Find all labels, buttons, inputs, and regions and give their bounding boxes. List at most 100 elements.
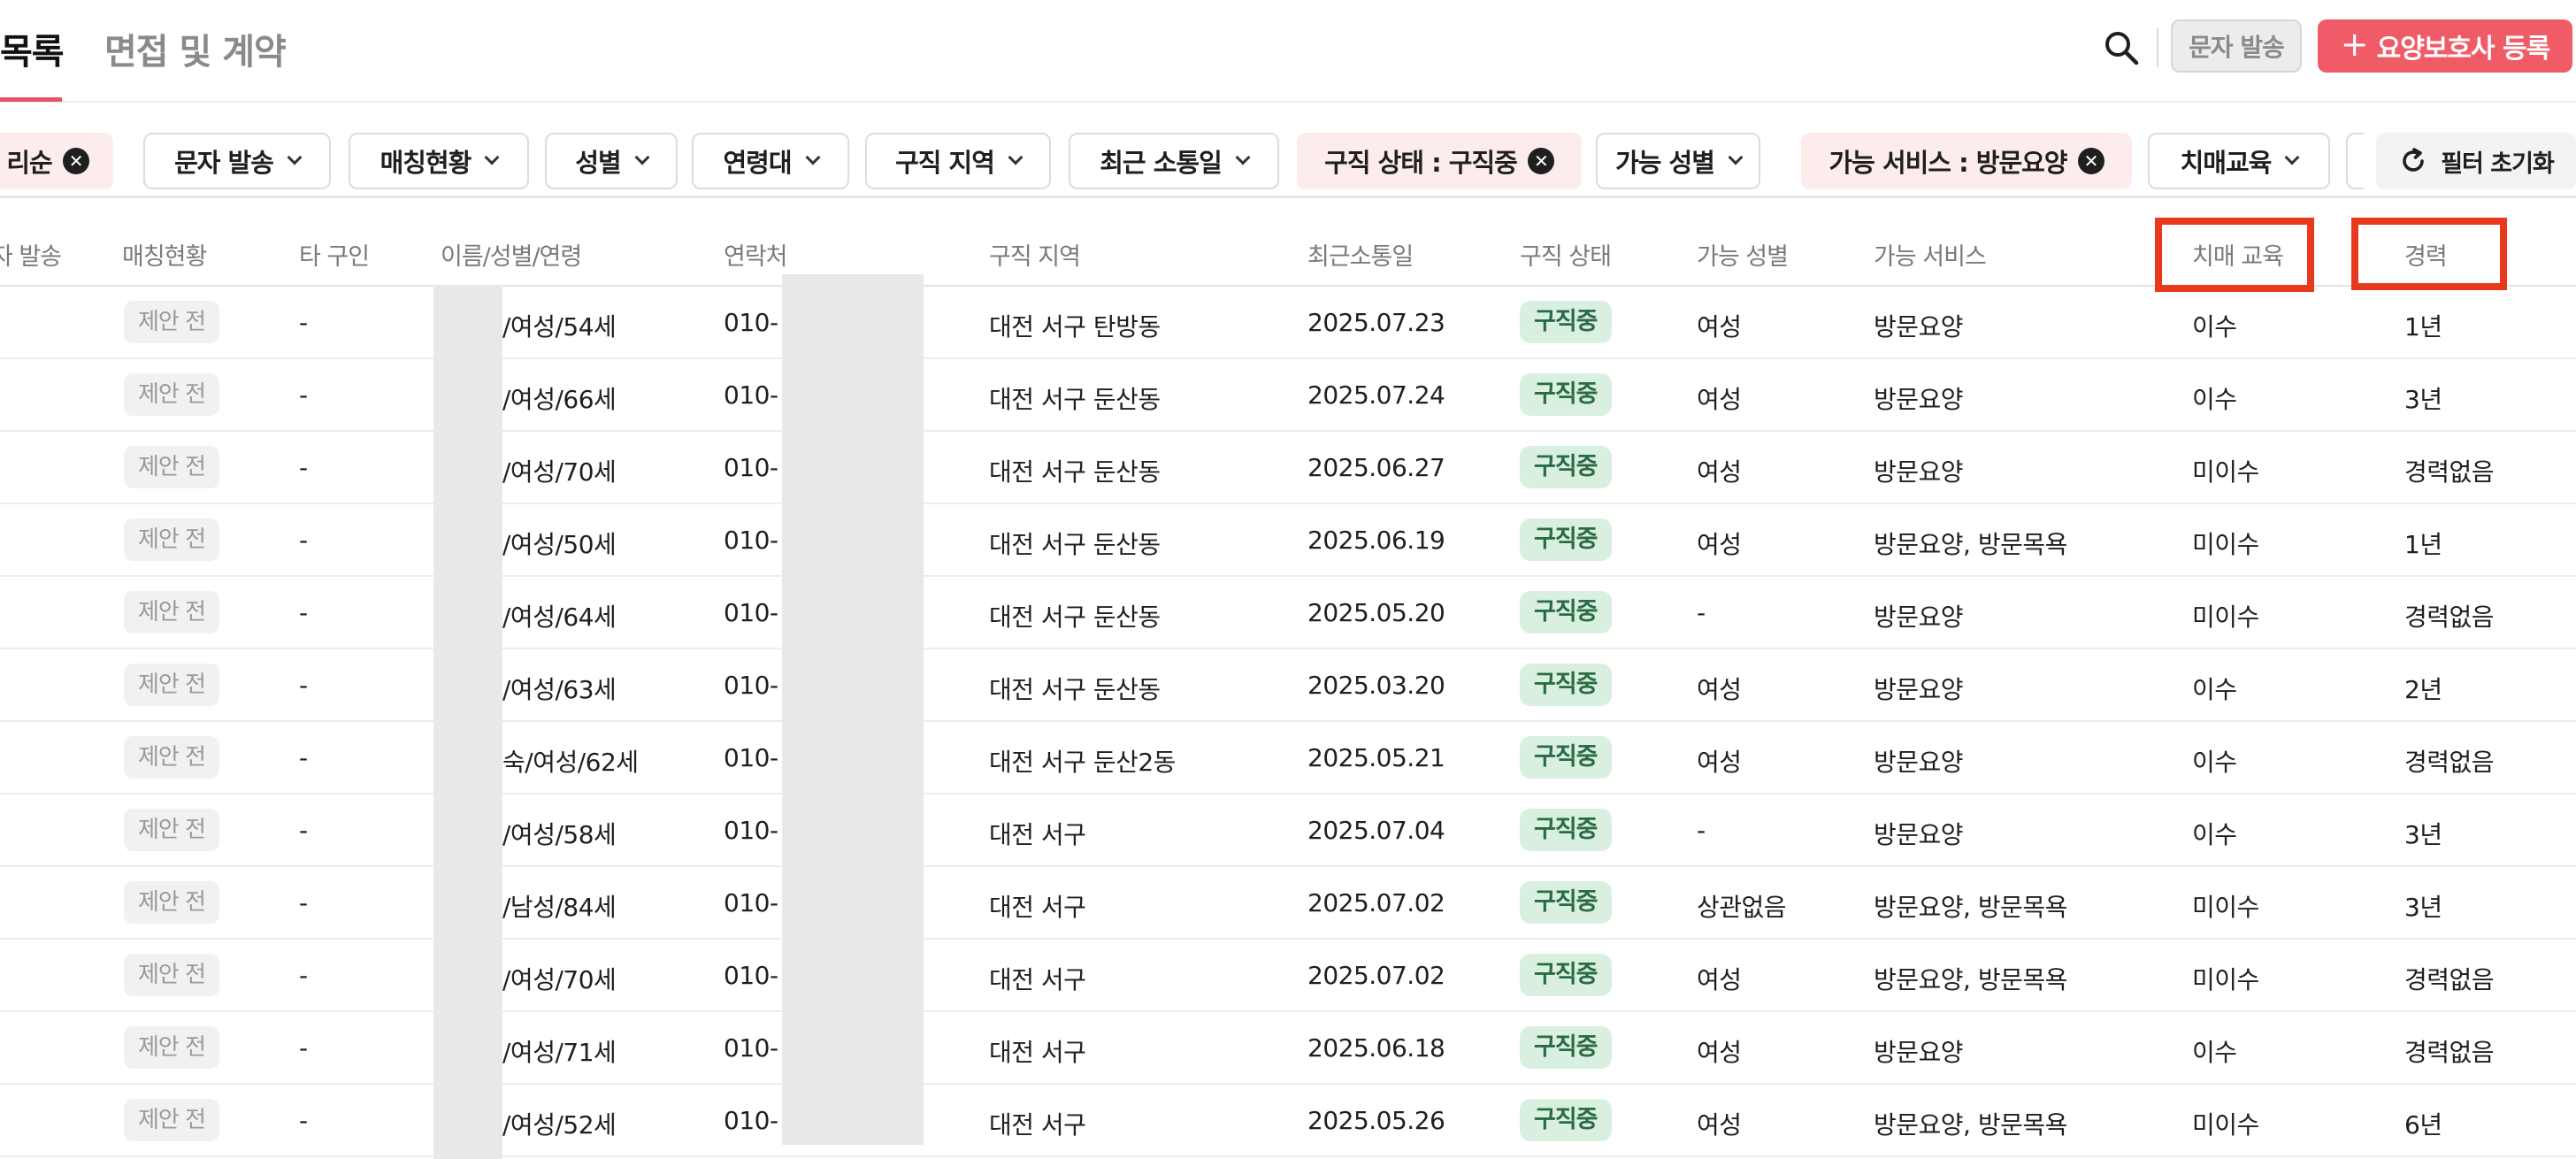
cell-last-contact: 2025.06.27 [1307,453,1445,482]
register-caregiver-button[interactable]: + 요양보호사 등록 [2318,19,2572,73]
cell-phone: 010- [724,961,778,990]
header-region[interactable]: 구직 지역 [989,237,1081,272]
matching-status-badge: 제안 전 [124,664,220,706]
cell-name: 숙/여성/62세 [502,748,639,777]
header-sms[interactable]: 자 발송 [0,237,62,272]
header-last-contact[interactable]: 최근소통일 [1307,237,1414,272]
filter-chip-matching[interactable]: 매칭현황 [349,133,529,189]
cell-name: /남성/84세 [502,893,617,922]
cell-available-service: 방문요양 [1874,312,1964,342]
cell-career: 2년 [2404,675,2442,704]
top-header: 목록 면접 및 계약 문자 발송 + 요양보호사 등록 [0,0,2576,103]
header-phone[interactable]: 연락처 [724,237,788,272]
table-row[interactable]: 제안 전 - /여성/52세 010- 대전 서구 2025.05.26 여성 방문요양, 방… [0,1085,2576,1157]
cell-other-job: - [299,453,308,482]
cell-career: 1년 [2404,530,2442,559]
cell-career: 3년 [2404,385,2442,414]
filter-chip-region[interactable]: 구직 지역 [865,133,1051,189]
cell-career: 경력없음 [2404,1038,2495,1067]
cell-phone: 010- [724,526,778,555]
cell-available-service: 방문요양 [1874,748,1964,777]
cell-name: /여성/52세 [502,1110,617,1140]
tab-list[interactable]: 목록 [0,23,65,74]
table-row[interactable]: 제안 전 - /여성/70세 010- 대전 서구 둔산동 2025.06.27 여성 방문요… [0,432,2576,504]
chevron-down-icon [2284,150,2300,165]
cell-available-service: 방문요양 [1874,457,1964,487]
cell-dementia-education: 이수 [2192,385,2237,414]
filter-reset-button[interactable]: 필터 초기화 [2376,133,2576,189]
table-row[interactable]: 제안 전 - /여성/64세 010- 대전 서구 둔산동 2025.05.20 - 방문요양… [0,577,2576,649]
cell-region: 대전 서구 둔산동 [989,457,1161,487]
cell-available-gender: 여성 [1697,675,1742,704]
chevron-down-icon [484,150,500,165]
table-row[interactable]: 제안 전 - /여성/50세 010- 대전 서구 둔산동 2025.06.19 여성 방문요… [0,504,2576,577]
header-matching[interactable]: 매칭현황 [122,237,207,272]
highlight-box-dementia [2155,218,2314,292]
cell-dementia-education: 이수 [2192,312,2237,342]
cell-region: 대전 서구 둔산동 [989,603,1161,632]
header-available-service[interactable]: 가능 서비스 [1874,237,1987,272]
filter-chip-label: 최근 소통일 [1100,148,1222,178]
active-tab-indicator [0,97,62,102]
close-icon[interactable]: ✕ [2077,148,2104,174]
cell-name: /여성/71세 [502,1038,617,1067]
cell-last-contact: 2025.03.20 [1307,671,1445,700]
table-row[interactable]: 제안 전 - /남성/84세 010- 대전 서구 2025.07.02 상관없음 방문요양,… [0,867,2576,940]
cell-name: /여성/70세 [502,965,617,994]
job-status-badge: 구직중 [1520,809,1612,851]
filter-chip-available-service[interactable]: 가능 서비스 : 방문요양 ✕ [1801,133,2132,189]
cell-name: /여성/54세 [502,312,617,342]
cell-name: /여성/50세 [502,530,617,559]
filter-chip-job-status[interactable]: 구직 상태 : 구직중 ✕ [1297,133,1582,189]
cell-dementia-education: 미이수 [2192,603,2259,632]
filter-chip-gender[interactable]: 성별 [545,133,678,189]
filter-chip-label: 매칭현황 [380,148,472,178]
table-row[interactable]: 제안 전 - 숙/여성/62세 010- 대전 서구 둔산2동 2025.05.21 여성 방… [0,722,2576,794]
table-row[interactable]: 제안 전 - /여성/70세 010- 대전 서구 2025.07.02 여성 방문요양, 방… [0,940,2576,1012]
header-other-job[interactable]: 타 구인 [299,237,370,272]
filter-chip-age[interactable]: 연령대 [692,133,849,189]
filter-bar: 리순 ✕ 문자 발송 매칭현황 성별 연령대 구직 지역 최근 소통일 구직 상… [0,124,2576,198]
tab-interview-contract[interactable]: 면접 및 계약 [104,23,287,74]
filter-chip-sms[interactable]: 문자 발송 [143,133,331,189]
matching-status-badge: 제안 전 [124,1026,220,1069]
job-status-badge: 구직중 [1520,1026,1612,1069]
cell-last-contact: 2025.05.21 [1307,743,1445,772]
cell-name: /여성/63세 [502,675,617,704]
filter-chip-dementia-education[interactable]: 치매교육 [2148,133,2330,189]
close-icon[interactable]: ✕ [62,148,89,174]
cell-available-gender: - [1697,598,1706,627]
job-status-badge: 구직중 [1520,518,1612,561]
cell-available-gender: 여성 [1697,1110,1742,1140]
filter-chip-sort[interactable]: 리순 ✕ [0,133,113,189]
cell-available-service: 방문요양, 방문목욕 [1874,530,2067,559]
cell-career: 1년 [2404,312,2442,342]
send-sms-button[interactable]: 문자 발송 [2171,19,2302,73]
filter-chip-label: 가능 성별 [1615,148,1715,178]
cell-name: /여성/58세 [502,820,617,849]
cell-last-contact: 2025.07.24 [1307,380,1445,410]
job-status-badge: 구직중 [1520,736,1612,779]
cell-last-contact: 2025.05.20 [1307,598,1445,627]
filter-chip-available-gender[interactable]: 가능 성별 [1596,133,1760,189]
table-row[interactable]: 제안 전 - /여성/66세 010- 대전 서구 둔산동 2025.07.24 여성 방문요… [0,359,2576,432]
filter-chip-label: 구직 상태 : 구직중 [1324,148,1518,178]
cell-other-job: - [299,598,308,627]
filter-chip-label: 구직 지역 [895,148,995,178]
table-row[interactable]: 제안 전 - /여성/71세 010- 대전 서구 2025.06.18 여성 방문요양 이수 경… [0,1012,2576,1085]
close-icon[interactable]: ✕ [1527,148,1554,174]
table-row[interactable]: 제안 전 - /여성/63세 010- 대전 서구 둔산동 2025.03.20 여성 방문요… [0,649,2576,722]
header-available-gender[interactable]: 가능 성별 [1697,237,1789,272]
header-name[interactable]: 이름/성별/연령 [441,237,582,272]
chevron-down-icon [1728,150,1744,165]
cell-other-job: - [299,1033,308,1063]
search-icon[interactable] [2102,28,2141,67]
table-row[interactable]: 제안 전 - /여성/54세 010- 대전 서구 탄방동 2025.07.23 여성 방문요… [0,287,2576,359]
header-job-status[interactable]: 구직 상태 [1520,237,1612,272]
job-status-badge: 구직중 [1520,664,1612,706]
filter-chip-last-contact[interactable]: 최근 소통일 [1069,133,1279,189]
cell-region: 대전 서구 둔산2동 [989,748,1176,777]
cell-career: 경력없음 [2404,748,2495,777]
cell-last-contact: 2025.07.02 [1307,961,1445,990]
table-row[interactable]: 제안 전 - /여성/58세 010- 대전 서구 2025.07.04 - 방문요양 이수 3년… [0,794,2576,867]
